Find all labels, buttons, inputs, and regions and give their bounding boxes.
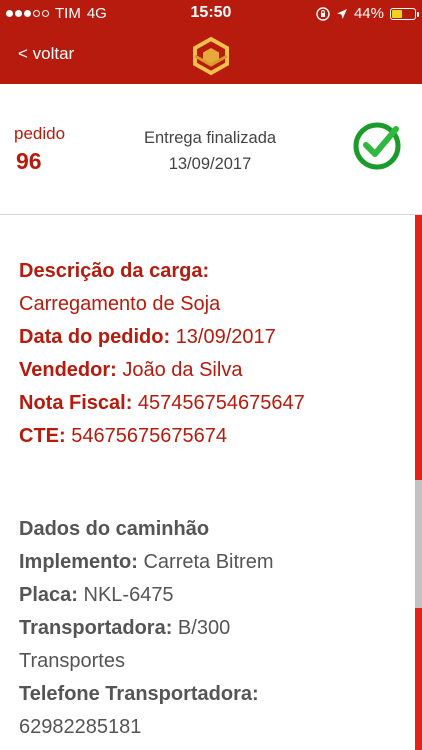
scrollbar-thumb[interactable] <box>415 480 422 608</box>
battery-percent: 44% <box>353 5 384 22</box>
cargo-description-value: Carregamento de Soja <box>19 293 221 315</box>
order-status-date: 13/09/2017 <box>168 155 252 173</box>
truck-details: Dados do caminhão Implemento: Carreta Bi… <box>19 513 409 744</box>
seller-label: Vendedor: <box>19 359 117 381</box>
carrier-value-line2: Transportes <box>19 650 125 672</box>
cte-row: CTE: 54675675675674 <box>19 420 409 453</box>
order-label: pedido <box>14 124 66 143</box>
back-button[interactable]: < voltar <box>18 44 74 64</box>
location-arrow-icon <box>336 8 347 19</box>
invoice-value: 457456754675647 <box>137 392 305 414</box>
order-status-text: Entrega finalizada <box>143 129 277 147</box>
status-bar: TIM 4G 15:50 44% <box>0 0 422 28</box>
company-logo-icon <box>193 36 229 76</box>
seller-row: Vendedor: João da Silva <box>19 354 409 387</box>
seller-value: João da Silva <box>122 359 243 381</box>
navigation-bar: < voltar <box>0 28 422 84</box>
implement-label: Implemento: <box>19 551 138 573</box>
implement-value: Carreta Bitrem <box>143 551 274 573</box>
cte-label: CTE: <box>19 425 66 447</box>
plate-value: NKL-6475 <box>83 584 174 606</box>
carrier-value-line1: B/300 <box>177 617 231 639</box>
status-right: 44% <box>316 5 419 22</box>
battery-icon <box>390 7 419 20</box>
order-date-label: Data do pedido: <box>19 326 171 348</box>
carrier-label: Transportadora: <box>19 617 173 639</box>
invoice-label: Nota Fiscal: <box>19 392 133 414</box>
order-date-value: 13/09/2017 <box>175 326 276 348</box>
plate-row: Placa: NKL-6475 <box>19 579 409 612</box>
implement-row: Implemento: Carreta Bitrem <box>19 546 409 579</box>
plate-label: Placa: <box>19 584 78 606</box>
carrier-row: Transportadora: B/300 <box>19 612 409 645</box>
phone-label: Telefone Transportadora: <box>19 683 259 705</box>
order-number: 96 <box>16 148 42 174</box>
cte-value: 54675675675674 <box>71 425 227 447</box>
order-summary: pedido 96 Entrega finalizada 13/09/2017 <box>0 84 422 215</box>
invoice-row: Nota Fiscal: 457456754675647 <box>19 387 409 420</box>
cargo-details: Descrição da carga: Carregamento de Soja… <box>19 255 409 453</box>
order-date-row: Data do pedido: 13/09/2017 <box>19 321 409 354</box>
orientation-lock-icon <box>316 6 330 21</box>
phone-value[interactable]: 62982285181 <box>19 711 409 744</box>
check-circle-icon <box>353 122 401 170</box>
order-status: Entrega finalizada 13/09/2017 <box>120 125 300 177</box>
cargo-description-label: Descrição da carga: <box>19 260 210 282</box>
truck-section-title: Dados do caminhão <box>19 518 210 540</box>
